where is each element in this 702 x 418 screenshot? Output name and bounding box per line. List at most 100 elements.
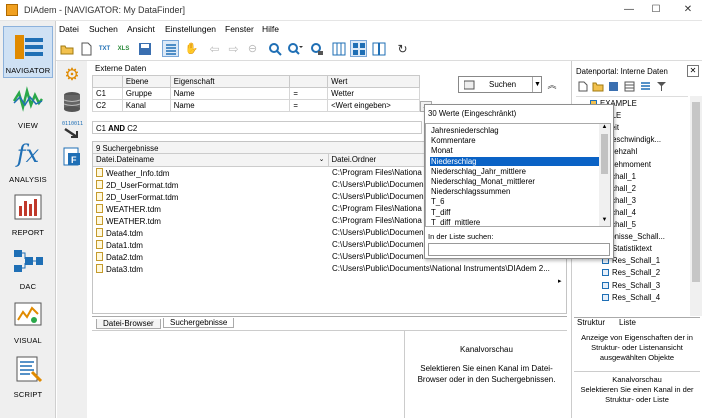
grid-icon [352, 42, 365, 55]
forward-button[interactable]: ⇨ [225, 40, 242, 57]
grid-layout-button[interactable] [350, 40, 367, 57]
tab-struktur[interactable]: Struktur [577, 318, 605, 327]
split-layout-button[interactable] [370, 40, 387, 57]
criteria-ebene[interactable]: Kanal [121, 99, 171, 112]
menu-suchen[interactable]: Suchen [89, 24, 118, 34]
portal-open-icon[interactable] [592, 81, 604, 92]
database-icon[interactable] [62, 91, 82, 113]
criteria-wert[interactable]: <Wert eingeben> [327, 99, 420, 112]
nav-navigator[interactable]: NAVIGATOR [3, 26, 53, 78]
search-condition-field[interactable]: C1 AND C2 [92, 121, 422, 134]
criteria-row[interactable]: C1 Gruppe Name = Wetter [92, 87, 420, 100]
refresh-button[interactable]: ↻ [394, 40, 411, 57]
popup-option[interactable]: Niederschlagssummen [430, 187, 602, 196]
columns-layout-button[interactable] [330, 40, 347, 57]
nav-analysis[interactable]: fx ANALYSIS [3, 134, 53, 186]
scroll-up-icon[interactable]: ▲ [600, 124, 609, 132]
popup-option[interactable]: T_6 [430, 197, 602, 206]
dac-icon [14, 250, 43, 272]
portal-tab-strip: Struktur Liste [574, 317, 700, 328]
popup-option[interactable]: T_diff_mittlere [430, 218, 602, 226]
menu-einstellungen[interactable]: Einstellungen [165, 24, 216, 34]
find-button[interactable] [266, 40, 283, 57]
suchen-button[interactable]: Suchen ▼ [458, 76, 542, 93]
nav-dac[interactable]: DAC [3, 241, 53, 293]
collapse-up-icon[interactable]: ︽ [545, 78, 559, 91]
advanced-search-button[interactable] [286, 40, 303, 57]
portal-list-icon[interactable] [640, 81, 651, 92]
export-txt-button[interactable]: TXT [96, 40, 113, 57]
criteria-eigenschaft[interactable]: Name [169, 87, 291, 100]
nav-visual[interactable]: VISUAL [3, 295, 53, 347]
script-icon [16, 356, 43, 383]
popup-option[interactable]: T_diff [430, 208, 602, 217]
criteria-row[interactable]: C2 Kanal Name = <Wert eingeben> [92, 99, 420, 112]
tab-datei-browser[interactable]: Datei-Browser [96, 319, 161, 329]
open-folder-button[interactable] [58, 40, 75, 57]
menu-ansicht[interactable]: Ansicht [127, 24, 155, 34]
criteria-operator[interactable]: = [289, 87, 329, 100]
criteria-ebene[interactable]: Gruppe [121, 87, 171, 100]
close-window-button[interactable]: ✕ [676, 3, 700, 17]
navigator-icon [15, 35, 43, 59]
tree-node[interactable]: Res_Schall_3 [602, 281, 660, 290]
results-col-filename[interactable]: Datei.Dateiname ⌄ [93, 154, 329, 167]
menu-datei[interactable]: Datei [59, 24, 79, 34]
menu-hilfe[interactable]: Hilfe [262, 24, 279, 34]
file-format-icon[interactable]: F [62, 147, 82, 167]
scroll-down-icon[interactable]: ▼ [600, 217, 609, 225]
portal-scrollbar[interactable] [690, 96, 702, 316]
popup-option[interactable]: Jahresniederschlag [430, 126, 602, 135]
binary-import-icon[interactable]: 0110011 [61, 119, 83, 141]
list-view-button[interactable] [162, 40, 179, 57]
portal-scrollbar-thumb[interactable] [692, 102, 700, 282]
tree-node-label: Res_Schall_4 [612, 292, 661, 302]
new-file-button[interactable] [77, 40, 94, 57]
datenportal-close-button[interactable]: ✕ [687, 65, 699, 77]
search-settings-button[interactable] [308, 40, 325, 57]
nav-report[interactable]: REPORT [3, 187, 53, 239]
suchen-dropdown-icon[interactable]: ▼ [532, 77, 542, 92]
tdm-file-icon [96, 168, 103, 177]
settings-gear-icon[interactable]: ⚙ [62, 65, 82, 85]
scroll-right-icon[interactable]: ▸ [558, 277, 566, 289]
popup-option[interactable]: Niederschlag_Monat_mittlerer [430, 177, 602, 186]
back-button[interactable]: ⇦ [206, 40, 223, 57]
channel-icon [602, 281, 609, 289]
popup-option[interactable]: Kommentare [430, 136, 602, 145]
hand-tool-button[interactable]: ✋ [183, 40, 200, 57]
popup-search-input[interactable] [428, 243, 610, 256]
portal-save-icon[interactable] [608, 81, 619, 92]
popup-option[interactable]: Niederschlag_Jahr_mittlere [430, 167, 602, 176]
criteria-eigenschaft[interactable]: Name [169, 99, 291, 112]
portal-new-icon[interactable] [578, 81, 588, 92]
criteria-wert[interactable]: Wetter [327, 87, 420, 100]
portal-table-icon[interactable] [624, 81, 635, 92]
popup-option[interactable]: Monat [430, 146, 602, 155]
save-button[interactable] [136, 40, 153, 57]
filter-icon[interactable] [656, 81, 667, 92]
maximize-button[interactable]: ☐ [644, 3, 668, 17]
table-row[interactable]: Data3.tdm C:\Users\Public\Documents\Natio… [93, 263, 566, 275]
popup-scrollbar-thumb[interactable] [601, 134, 608, 174]
file-name: Data1.tdm [106, 241, 143, 250]
columns-icon [332, 42, 345, 55]
menu-fenster[interactable]: Fenster [225, 24, 254, 34]
tree-node[interactable]: Res_Schall_4 [602, 293, 660, 302]
minimize-button[interactable]: — [617, 3, 641, 17]
nav-view[interactable]: VIEW [3, 80, 53, 132]
nav-visual-label: VISUAL [14, 336, 42, 345]
criteria-col-ebene: Ebene [121, 75, 171, 88]
up-button[interactable]: ⊖ [244, 40, 261, 57]
tab-suchergebnisse[interactable]: Suchergebnisse [163, 318, 235, 328]
tab-liste[interactable]: Liste [619, 318, 636, 327]
suchen-label: Suchen [489, 80, 517, 89]
criteria-operator[interactable]: = [289, 99, 329, 112]
export-xls-button[interactable]: XLS [115, 40, 132, 57]
popup-option[interactable]: Niederschlag [430, 156, 602, 166]
nav-script[interactable]: SCRIPT [3, 349, 53, 401]
popup-scrollbar[interactable]: ▲ ▼ [599, 124, 610, 226]
visual-icon [14, 302, 42, 326]
tdm-file-icon [96, 252, 103, 261]
tree-node[interactable]: Res_Schall_2 [602, 268, 660, 277]
